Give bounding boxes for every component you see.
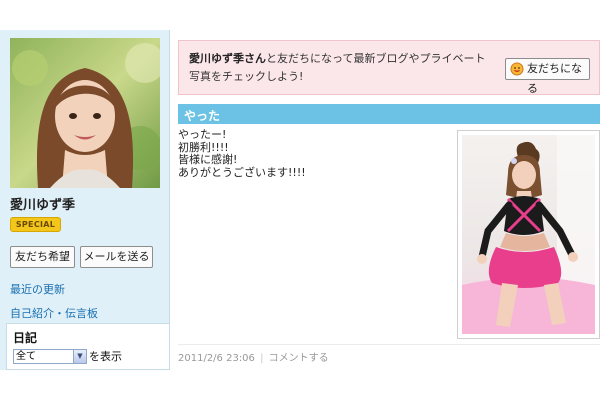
diary-filter-select[interactable]: 全て ▼: [13, 349, 87, 364]
page-frame: 愛川ゆず季 SPECIAL 友だち希望 メールを送る 最近の更新 自己紹介・伝言…: [0, 30, 610, 370]
profile-sidebar: 愛川ゆず季 SPECIAL 友だち希望 メールを送る 最近の更新 自己紹介・伝言…: [0, 30, 170, 370]
profile-photo-image: [10, 38, 160, 188]
entry-line: ありがとうございます!!!!: [178, 165, 306, 179]
diary-filter-value: 全て: [16, 351, 36, 362]
entry-divider: [178, 344, 600, 345]
invite-text: 愛川ゆず季さんと友だちになって最新ブログやプライベート写真をチェックしよう!: [189, 50, 489, 86]
comment-link[interactable]: コメントする: [269, 353, 329, 364]
smile-icon: [510, 62, 524, 76]
entry-photo-image: [462, 135, 595, 334]
self-intro-link[interactable]: 自己紹介・伝言板: [10, 305, 98, 321]
entry-title[interactable]: やった: [184, 107, 220, 124]
entry-photo-frame[interactable]: [457, 130, 600, 339]
diary-panel: 日記 全て ▼ を表示: [6, 323, 170, 370]
entry-title-bar: やった: [178, 104, 600, 124]
profile-name: 愛川ゆず季: [10, 198, 76, 213]
special-badge: SPECIAL: [10, 217, 61, 232]
entry-photo[interactable]: [462, 135, 595, 334]
diary-title: 日記: [13, 331, 38, 345]
meta-separator: |: [260, 353, 264, 364]
send-mail-button[interactable]: メールを送る: [80, 246, 153, 268]
entry-meta: 2011/2/6 23:06 | コメントする: [178, 349, 329, 364]
friend-request-button[interactable]: 友だち希望: [10, 246, 75, 268]
diary-filter-suffix: を表示: [89, 350, 122, 363]
friend-invite-banner: 愛川ゆず季さんと友だちになって最新ブログやプライベート写真をチェックしよう! 友…: [178, 40, 600, 95]
entry-body: やったー! 初勝利!!!! 皆様に感謝! ありがとうございます!!!!: [178, 128, 448, 179]
entry-line: 皆様に感謝!: [178, 153, 238, 166]
become-friends-button[interactable]: 友だちになる: [505, 58, 590, 95]
recent-updates-link[interactable]: 最近の更新: [10, 281, 65, 297]
entry-date: 2011/2/6 23:06: [178, 353, 255, 364]
chevron-down-icon[interactable]: ▼: [73, 350, 86, 363]
invite-name: 愛川ゆず季さん: [189, 52, 266, 65]
profile-photo[interactable]: [10, 38, 160, 188]
entry-line: やったー!: [178, 128, 227, 141]
become-friends-label: 友だちになる: [527, 62, 582, 95]
